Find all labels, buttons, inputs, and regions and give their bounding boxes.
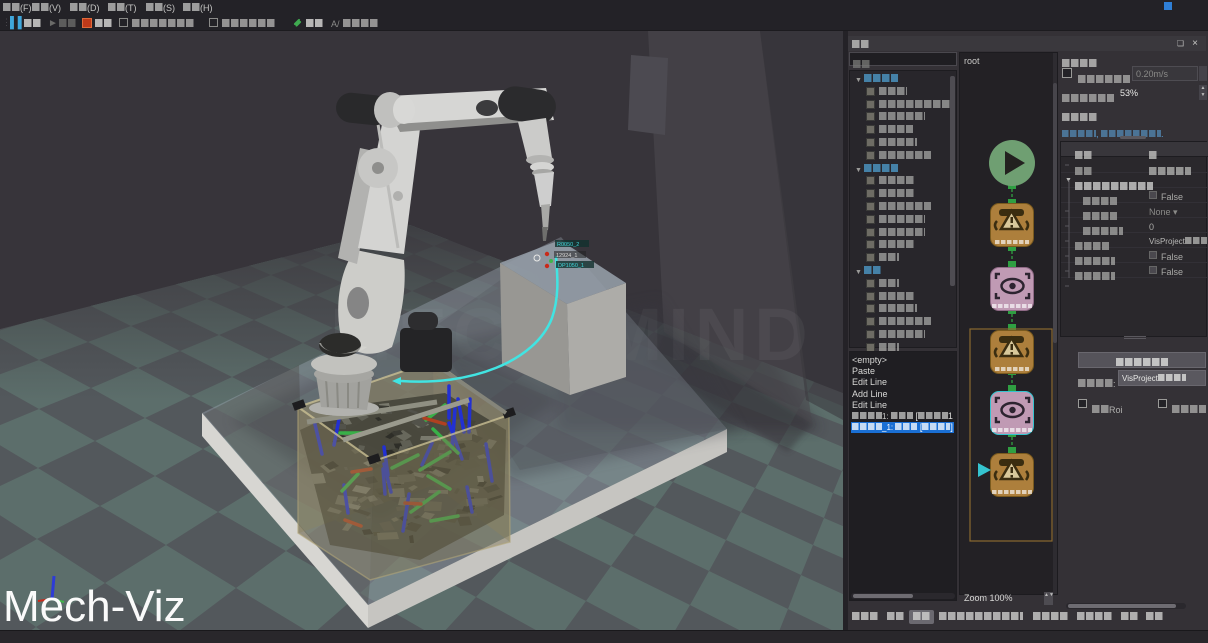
svg-text:R0050_2: R0050_2 — [557, 242, 579, 248]
svg-text:DP1050_1: DP1050_1 — [558, 263, 584, 269]
svg-text:12924_1: 12924_1 — [556, 253, 577, 259]
